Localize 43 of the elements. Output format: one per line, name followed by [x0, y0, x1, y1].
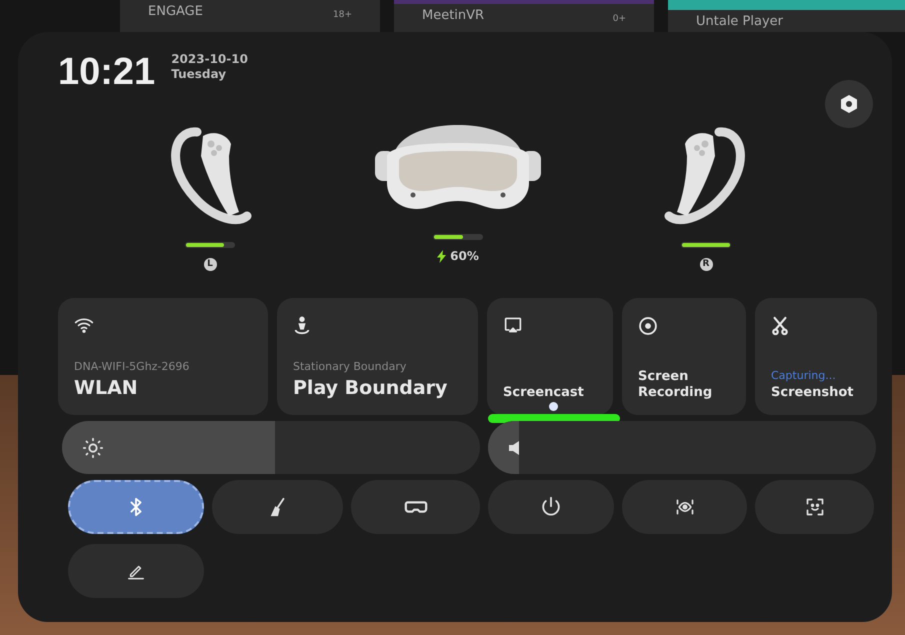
capture-status: Capturing... — [771, 369, 837, 383]
app-card[interactable]: Untale Player — [668, 0, 905, 32]
tile-label: Screencast — [503, 384, 585, 401]
bluetooth-button[interactable] — [68, 480, 204, 534]
age-rating: 0+ — [612, 14, 626, 26]
wifi-tile[interactable]: DNA-WIFI-5Ghz-2696 WLAN — [58, 298, 268, 415]
app-card[interactable]: MeetinVR 0+ — [394, 0, 654, 32]
screenshot-tile[interactable]: Capturing... Screenshot — [755, 298, 877, 415]
speaker-icon — [508, 440, 522, 456]
bluetooth-icon — [128, 497, 144, 517]
weekday: Tuesday — [171, 67, 228, 82]
record-icon — [638, 316, 658, 336]
app-title: ENGAGE — [148, 4, 203, 20]
person-on-circle-icon — [293, 316, 311, 336]
wifi-icon — [74, 316, 94, 334]
boundary-tile[interactable]: Stationary Boundary Play Boundary — [277, 298, 478, 415]
tile-label: Screenshot — [771, 384, 855, 401]
tile-subtitle: DNA-WIFI-5Ghz-2696 — [74, 360, 190, 374]
battery-percent: 60% — [450, 248, 479, 265]
app-title: MeetinVR — [422, 8, 484, 24]
vr-goggles-icon — [404, 499, 428, 515]
eye-tracking-icon — [674, 497, 694, 517]
settings-icon — [841, 95, 857, 113]
tile-label: Screen Recording — [638, 368, 714, 401]
controller-badge: R — [700, 258, 712, 270]
volume-slider[interactable] — [488, 421, 876, 474]
tile-subtitle: Stationary Boundary — [293, 360, 408, 374]
settings-button[interactable] — [825, 80, 873, 128]
clock-time: 10:21 — [58, 53, 156, 91]
controller-badge: L — [204, 258, 216, 270]
face-tracking-icon — [804, 497, 824, 517]
age-rating: 18+ — [333, 10, 352, 22]
record-tile[interactable]: Screen Recording — [622, 298, 746, 415]
brightness-icon — [82, 436, 104, 458]
app-title: Untale Player — [696, 14, 784, 30]
tile-label: WLAN — [74, 377, 139, 401]
power-icon — [540, 496, 562, 518]
app-card[interactable]: ENGAGE 18+ — [120, 0, 380, 32]
screencast-tile[interactable]: Screencast — [487, 298, 613, 415]
date: 2023-10-10 — [171, 52, 248, 67]
scissors-icon — [771, 316, 789, 336]
screencast-icon — [503, 316, 523, 334]
tile-label: Play Boundary — [293, 377, 448, 401]
